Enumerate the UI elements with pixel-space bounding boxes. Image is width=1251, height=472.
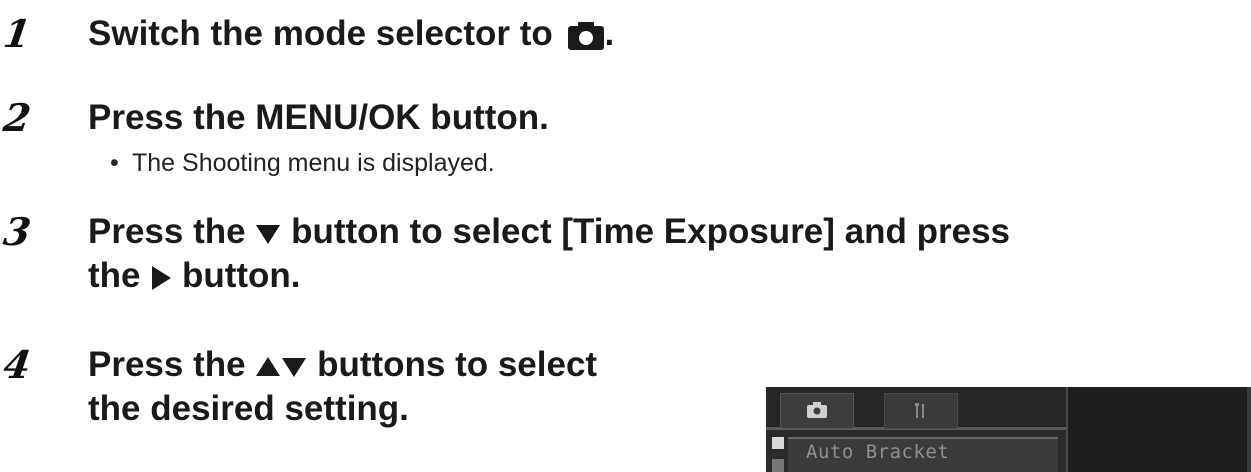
step-3: 3 Press the button to select [Time Expos… [0,209,1251,302]
camera-icon [567,21,605,51]
step-2: 2 Press the MENU/OK button. • The Shootin… [0,95,1251,188]
down-triangle-icon [281,355,307,379]
panel-edge [1247,387,1251,472]
menu-item-label: Auto Bracket [806,441,950,463]
step-number: 1 [0,11,34,56]
selection-marker [772,437,784,449]
up-triangle-icon [255,355,281,379]
step-1: 1 Switch the mode selector to . [0,11,1251,56]
menu-preview-panel [1066,387,1251,472]
step-title-line-2: the desired setting. [88,389,409,428]
camera-menu-screenshot: Auto Bracket [766,387,1251,472]
step-title-line-2: the button. [88,256,301,295]
down-triangle-icon [255,222,281,246]
scroll-marker [772,459,784,472]
step-title-line-1: Press the buttons to select [88,345,598,384]
step-note: • The Shooting menu is displayed. [110,149,495,177]
shooting-menu-tab [780,393,854,429]
step-title-line-1: Press the button to select [Time Exposur… [88,212,1010,251]
right-triangle-icon [150,265,172,291]
step-title: Switch the mode selector to . [88,14,615,53]
step-4: 4 Press the buttons to select the desire… [0,342,760,435]
step-title: Press the MENU/OK button. [88,98,549,137]
camera-icon [807,402,827,423]
step-number: 2 [0,95,34,140]
wrench-icon [913,402,929,425]
step-number: 4 [0,342,34,387]
setup-menu-tab [884,393,958,429]
bullet: • [110,149,119,177]
step-number: 3 [0,209,34,254]
